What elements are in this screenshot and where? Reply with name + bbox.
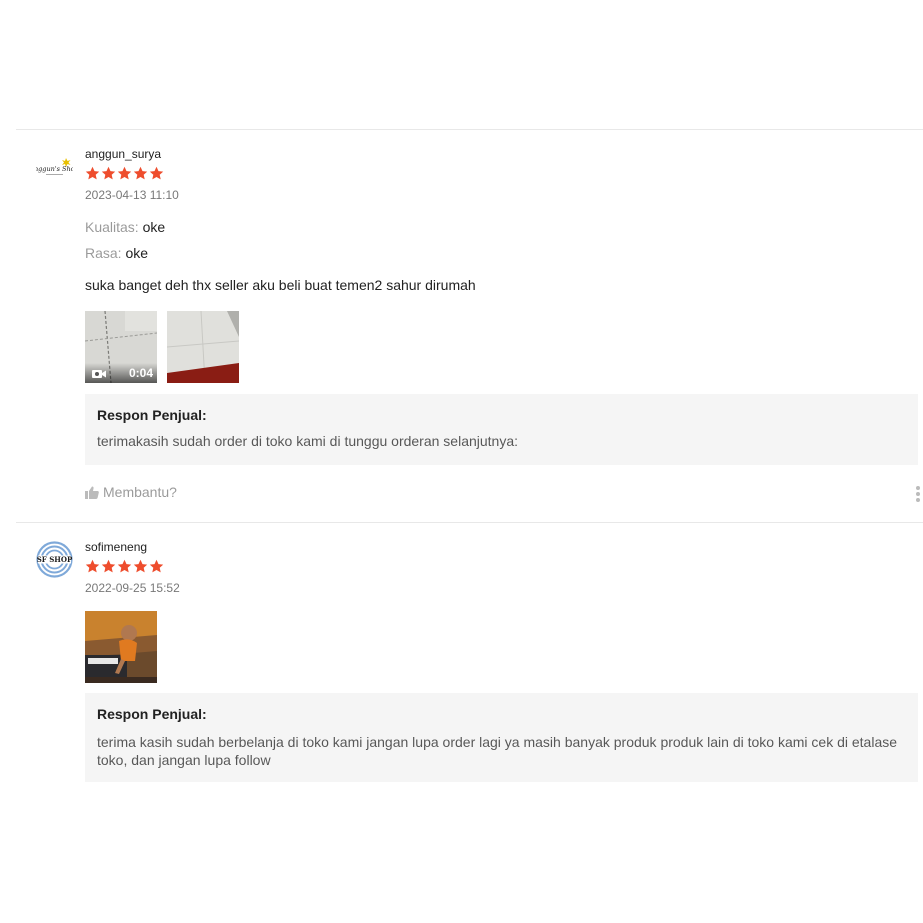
video-thumbnail[interactable]: 0:04	[85, 311, 157, 383]
seller-response-text: terimakasih sudah order di toko kami di …	[97, 433, 519, 449]
review-date: 2022-09-25 15:52	[85, 581, 180, 595]
review-attribute: Rasa: oke	[85, 244, 923, 262]
image-thumbnail[interactable]	[167, 311, 239, 383]
attribute-value: oke	[125, 245, 149, 261]
review-divider	[16, 129, 923, 130]
attribute-key: Kualitas:	[85, 219, 139, 235]
avatar[interactable]: Anggun's Shop	[36, 150, 73, 187]
star-icon	[149, 559, 164, 573]
image-thumbnail[interactable]	[85, 611, 157, 683]
helpful-button[interactable]: Membantu?	[85, 484, 177, 500]
video-camera-icon	[92, 370, 106, 378]
shop-logo-icon: Anggun's Shop	[36, 150, 73, 187]
star-icon	[101, 166, 116, 180]
review-date: 2023-04-13 11:10	[85, 188, 179, 202]
star-icon	[133, 166, 148, 180]
thumbs-up-icon	[85, 486, 99, 499]
star-icon	[133, 559, 148, 573]
attribute-value: oke	[142, 219, 166, 235]
review-username[interactable]: anggun_surya	[85, 147, 923, 161]
star-icon	[117, 166, 132, 180]
seller-response-title: Respon Penjual:	[97, 706, 207, 722]
review-divider	[16, 522, 923, 523]
rating-stars	[85, 559, 923, 575]
star-icon	[117, 559, 132, 573]
review-attribute: Kualitas: oke	[85, 218, 923, 236]
seller-response: Respon Penjual: terima kasih sudah berbe…	[85, 693, 918, 782]
star-icon	[101, 559, 116, 573]
more-options-icon[interactable]	[915, 486, 921, 502]
star-icon	[85, 559, 100, 573]
video-duration: 0:04	[128, 366, 153, 380]
seller-response: Respon Penjual: terimakasih sudah order …	[85, 394, 918, 465]
helpful-label: Membantu?	[103, 484, 177, 500]
attribute-key: Rasa:	[85, 245, 122, 261]
seller-response-title: Respon Penjual:	[97, 407, 207, 423]
svg-text:Anggun's Shop: Anggun's Shop	[36, 165, 73, 173]
floor-photo	[167, 311, 239, 383]
rating-stars	[85, 166, 923, 182]
review-comment: suka banget deh thx seller aku beli buat…	[85, 277, 476, 293]
shop-logo-icon: SF SHOP	[36, 541, 73, 578]
star-icon	[85, 166, 100, 180]
review-media: 0:04	[85, 311, 923, 383]
review-item: sofimeneng 2022-09-25 15:52	[85, 540, 923, 683]
svg-text:SF SHOP: SF SHOP	[37, 555, 73, 564]
star-icon	[149, 166, 164, 180]
review-media	[85, 611, 923, 683]
child-photo	[85, 611, 157, 683]
review-item: anggun_surya 2023-04-13 11:10 Kualitas: …	[85, 147, 923, 383]
seller-response-text: terima kasih sudah berbelanja di toko ka…	[97, 734, 898, 768]
avatar[interactable]: SF SHOP	[36, 541, 73, 578]
review-username[interactable]: sofimeneng	[85, 540, 923, 554]
